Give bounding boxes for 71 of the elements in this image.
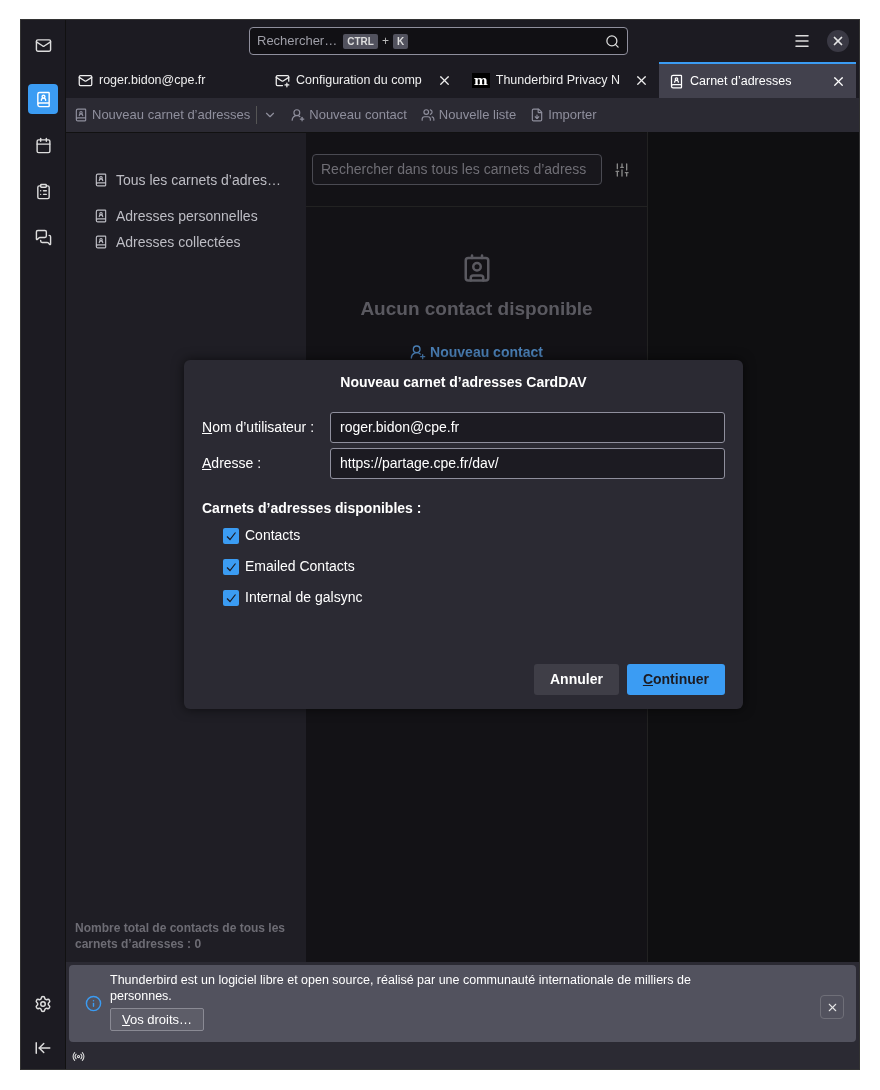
key-cap: CTRL: [343, 33, 378, 49]
address-book-icon: [94, 235, 108, 249]
checkbox[interactable]: [223, 589, 239, 606]
address-book-icon: [94, 173, 108, 187]
address-book-item[interactable]: Tous les carnets d’adres…: [94, 167, 278, 193]
checkbox[interactable]: [223, 527, 239, 544]
address-book-icon: [34, 90, 52, 108]
sliders-icon[interactable]: [614, 161, 630, 178]
checkbox[interactable]: [223, 558, 239, 575]
toolbar-button[interactable]: Importer: [530, 105, 597, 125]
info-icon: [85, 995, 102, 1012]
address-book-button[interactable]: [28, 84, 58, 114]
input-field[interactable]: roger.bidon@cpe.fr: [330, 412, 725, 443]
field-label: Nom d’utilisateur :: [202, 418, 316, 437]
mail-plus-icon: [275, 72, 290, 88]
continue-button[interactable]: Continuer: [626, 664, 725, 695]
people-icon: [420, 108, 435, 122]
dialog-title: Nouveau carnet d’adresses CardDAV: [339, 373, 588, 392]
tab-label: Thunderbird Privacy N: [495, 71, 622, 89]
input-field[interactable]: https://partage.cpe.fr/dav/: [330, 448, 725, 479]
tab[interactable]: roger.bidon@cpe.fr: [68, 62, 265, 98]
address-book-checkbox[interactable]: Internal de galsync: [223, 587, 725, 608]
tab-label: roger.bidon@cpe.fr: [99, 71, 207, 89]
tab[interactable]: Configuration du comp: [265, 62, 462, 98]
address-book-item[interactable]: Adresses collectées: [94, 229, 278, 255]
import-icon: [530, 108, 545, 122]
address-book-checkbox[interactable]: Contacts: [223, 525, 725, 546]
address-book-icon: [94, 209, 108, 223]
address-book-item[interactable]: Adresses personnelles: [94, 203, 278, 229]
add-person-icon: [410, 344, 427, 360]
key-cap: K: [392, 33, 409, 49]
mail-icon: [34, 36, 52, 54]
close-button[interactable]: [827, 30, 849, 52]
tab-label: Configuration du comp: [296, 71, 423, 89]
empty-title: Aucun contact disponible: [360, 297, 593, 321]
menu-icon[interactable]: [793, 32, 811, 50]
toolbar-button[interactable]: Nouveau contact: [291, 105, 407, 125]
search-icon: [605, 33, 620, 49]
address-book-checkbox[interactable]: Emailed Contacts: [223, 556, 725, 577]
address-book-icon: [74, 108, 88, 122]
close-icon: [831, 34, 845, 48]
mail-icon: [78, 72, 93, 88]
contacts-search-field[interactable]: Rechercher dans tous les carnets d’adress: [312, 154, 602, 185]
notification-text: Thunderbird est un logiciel libre et open source, réalisé par une communauté internationale de milliers de personnes.: [110, 972, 692, 1004]
plus-sign: +: [381, 33, 389, 50]
add-person-icon: [291, 108, 306, 122]
toolbar-button[interactable]: Nouvelle liste: [420, 105, 517, 125]
new-contact-link[interactable]: Nouveau contact: [410, 341, 543, 363]
tab[interactable]: Carnet d’adresses: [659, 62, 856, 98]
close-button[interactable]: [820, 995, 844, 1019]
broadcast-icon[interactable]: [72, 1050, 85, 1063]
tab-label: Carnet d’adresses: [690, 72, 793, 90]
checkmark-icon: [225, 560, 237, 573]
collapse-icon[interactable]: [34, 1039, 52, 1057]
checkmark-icon: [225, 591, 237, 604]
tab[interactable]: m Thunderbird Privacy N: [462, 62, 659, 98]
contacts-icon: [461, 253, 492, 283]
checkmark-icon: [225, 529, 237, 542]
settings-icon[interactable]: [34, 995, 52, 1013]
section-title: Carnets d’adresses disponibles :: [202, 499, 423, 518]
clipboard-icon: [34, 182, 52, 200]
rights-button[interactable]: Vos droits…: [110, 1008, 205, 1031]
address-book-icon: [669, 73, 684, 89]
search-field[interactable]: Rechercher… CTRL + K: [249, 27, 628, 55]
logo-icon: m: [472, 72, 490, 88]
contact-count: Nombre total de contacts de tous les carnets d’adresses : 0: [75, 920, 287, 952]
calendar-icon: [34, 136, 52, 154]
toolbar-button[interactable]: Nouveau carnet d’adresses: [74, 105, 251, 125]
cancel-button[interactable]: Annuler: [534, 664, 619, 695]
chat-bubbles-icon: [34, 228, 52, 246]
field-label: Adresse :: [202, 454, 263, 473]
